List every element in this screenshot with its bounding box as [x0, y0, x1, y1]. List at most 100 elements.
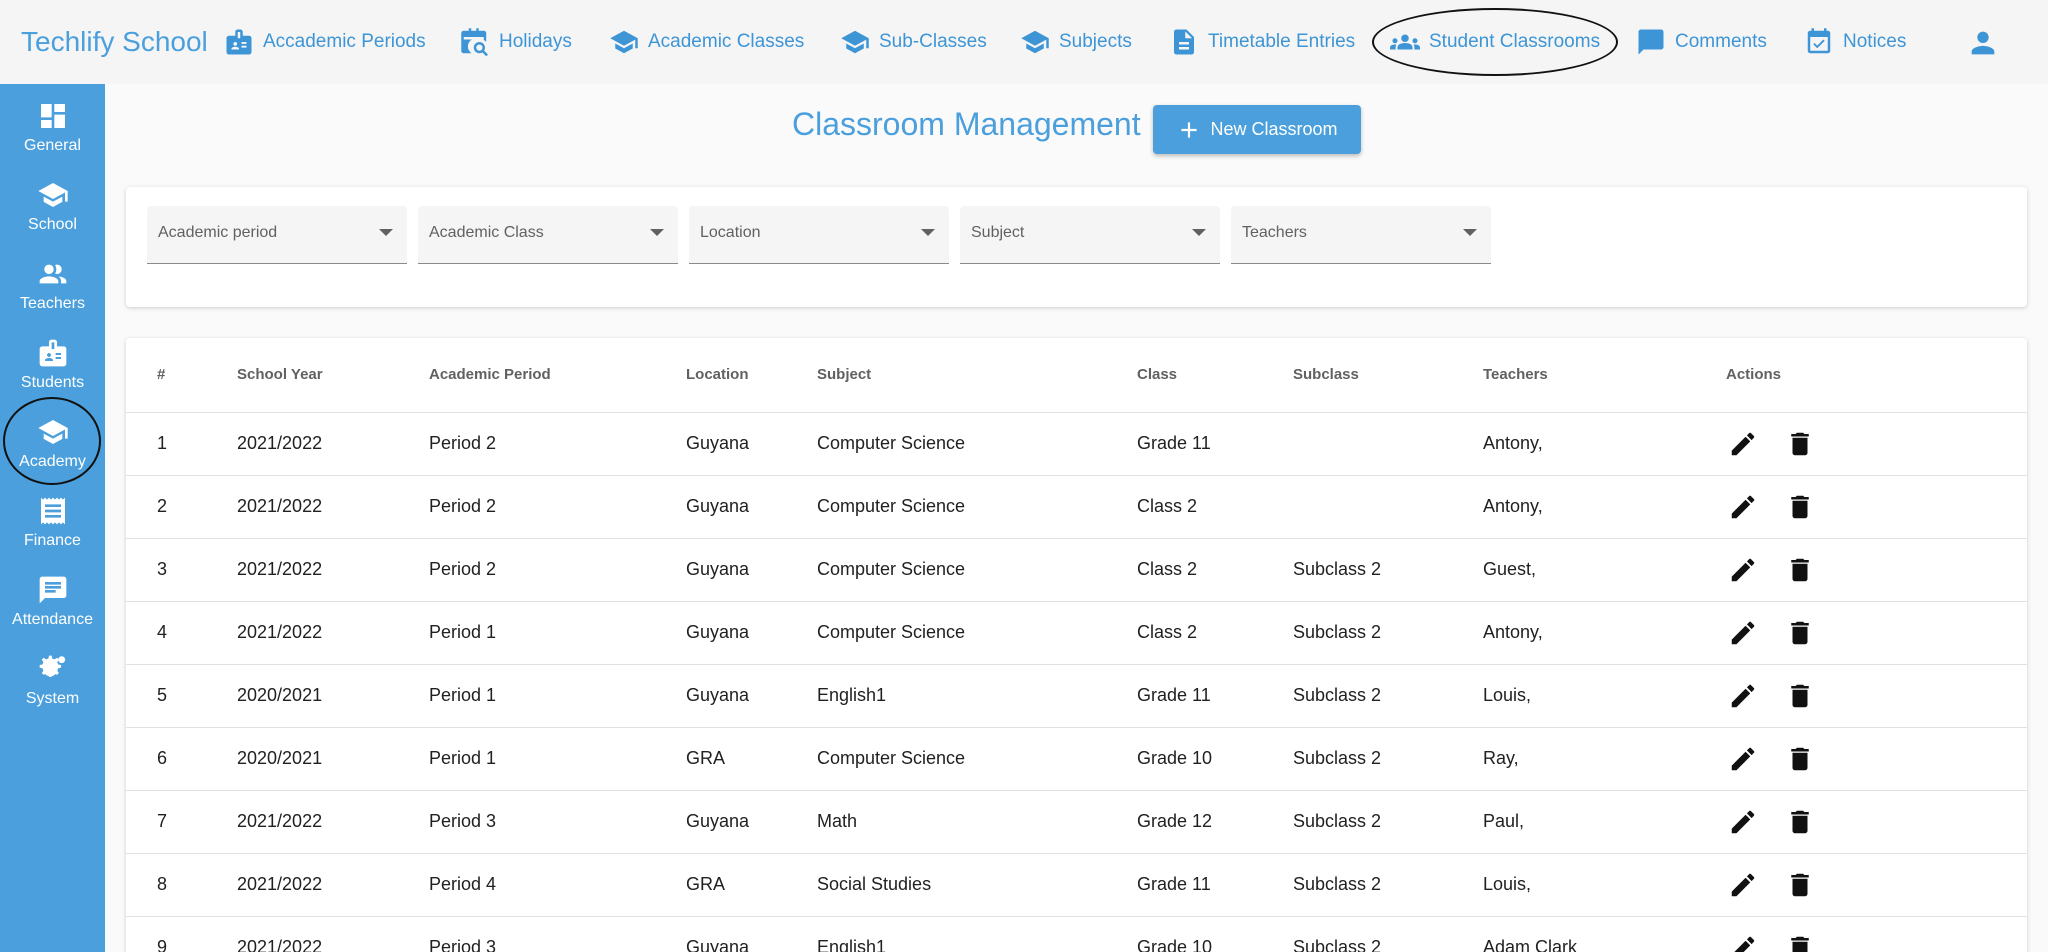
subclass-cell: Subclass 2: [1293, 874, 1382, 894]
subclass-cell: Subclass 2: [1293, 559, 1382, 579]
classroom-table: # School Year Academic Period Location S…: [126, 338, 2027, 952]
filter-label: Subject: [971, 224, 1025, 241]
subclass-cell: Subclass 2: [1293, 748, 1382, 768]
location-cell: Guyana: [686, 937, 750, 952]
event-note-icon: [1807, 28, 1831, 54]
table-row[interactable]: 4 2021/2022 Period 1 Guyana Computer Science…: [126, 602, 2027, 665]
sidebar-item-finance[interactable]: Finance: [0, 495, 105, 550]
filter-academic-period[interactable]: Academic period: [147, 206, 407, 264]
delete-icon[interactable]: [1785, 807, 1815, 837]
table-row[interactable]: 2 2021/2022 Period 2 Guyana Computer Science…: [126, 476, 2027, 539]
edit-icon[interactable]: [1728, 429, 1758, 459]
table-row[interactable]: 5 2020/2021 Period 1 Guyana English1 Grade 11…: [126, 665, 2027, 728]
nav-sub-classes[interactable]: Sub-Classes: [840, 25, 987, 59]
edit-icon[interactable]: [1728, 555, 1758, 585]
academic-period-cell: Period 2: [429, 559, 497, 579]
class-cell: Grade 12: [1137, 811, 1213, 831]
edit-icon[interactable]: [1728, 933, 1758, 952]
sidebar-item-label: Teachers: [20, 295, 85, 312]
nav-academic-periods[interactable]: Accademic Periods: [224, 25, 426, 59]
chat-icon: [1638, 29, 1664, 55]
nav-timetable-entries[interactable]: Timetable Entries: [1169, 25, 1355, 59]
teachers-cell: Antony,: [1483, 496, 1543, 516]
school-icon: [1021, 30, 1049, 54]
delete-icon[interactable]: [1785, 681, 1815, 711]
plus-icon: [1181, 121, 1198, 138]
sidebar-item-attendance[interactable]: Attendance: [0, 574, 105, 629]
brand-title[interactable]: Techlify School: [21, 26, 208, 58]
sidebar-item-teachers[interactable]: Teachers: [0, 258, 105, 313]
table-row[interactable]: 6 2020/2021 Period 1 GRA Computer Science Gra…: [126, 728, 2027, 791]
table-row[interactable]: 8 2021/2022 Period 4 GRA Social Studies Grade…: [126, 854, 2027, 917]
nav-label: Subjects: [1059, 31, 1132, 52]
nav-comments[interactable]: Comments: [1636, 25, 1767, 59]
edit-icon[interactable]: [1728, 807, 1758, 837]
academic-period-cell: Period 2: [429, 496, 497, 516]
sidebar-item-label: Finance: [24, 532, 81, 549]
filter-label: Location: [700, 224, 761, 241]
subject-cell: Computer Science: [817, 748, 966, 768]
teachers-cell: Guest,: [1483, 559, 1537, 579]
delete-icon[interactable]: [1785, 933, 1815, 952]
row-number: 5: [157, 685, 168, 705]
sidebar-item-academy[interactable]: Academy: [0, 416, 105, 471]
location-cell: Guyana: [686, 559, 750, 579]
table-row[interactable]: 7 2021/2022 Period 3 Guyana Math Grade 12 Subc…: [126, 791, 2027, 854]
sidebar-item-system[interactable]: System: [0, 653, 105, 708]
nav-student-classrooms[interactable]: Student Classrooms: [1390, 25, 1600, 59]
sidebar-item-label: Students: [20, 374, 85, 391]
sidebar-item-label: Attendance: [12, 611, 93, 628]
school-year-cell: 2020/2021: [237, 748, 323, 768]
class-cell: Class 2: [1137, 622, 1198, 642]
row-number: 3: [157, 559, 168, 579]
table-row[interactable]: 3 2021/2022 Period 2 Guyana Computer Science…: [126, 539, 2027, 602]
subject-cell: Social Studies: [817, 874, 932, 894]
table-row[interactable]: 1 2021/2022 Period 2 Guyana Computer Science…: [126, 413, 2027, 476]
delete-icon[interactable]: [1785, 555, 1815, 585]
filter-subject[interactable]: Subject: [960, 206, 1220, 264]
location-cell: GRA: [686, 748, 726, 768]
filter-academic-class[interactable]: Academic Class: [418, 206, 678, 264]
edit-icon[interactable]: [1728, 870, 1758, 900]
sidebar-item-school[interactable]: School: [0, 179, 105, 234]
nav-academic-classes[interactable]: Academic Classes: [609, 25, 804, 59]
new-classroom-button[interactable]: New Classroom: [1153, 105, 1361, 154]
teachers-cell: Ray,: [1483, 748, 1519, 768]
subject-cell: English1: [817, 685, 887, 705]
filter-teachers[interactable]: Teachers: [1231, 206, 1491, 264]
table-header: # School Year Academic Period Location S…: [126, 338, 2027, 413]
sidebar-item-label: General: [24, 137, 81, 154]
edit-icon[interactable]: [1728, 744, 1758, 774]
subject-cell: Computer Science: [817, 496, 966, 516]
nav-holidays[interactable]: Holidays: [460, 25, 572, 59]
delete-icon[interactable]: [1785, 492, 1815, 522]
sidebar-item-general[interactable]: General: [0, 100, 105, 155]
teachers-cell: Adam Clark: [1483, 937, 1578, 952]
badge-icon: [226, 29, 252, 55]
edit-icon[interactable]: [1728, 681, 1758, 711]
filter-location[interactable]: Location: [689, 206, 949, 264]
account-button[interactable]: [1966, 26, 2000, 60]
column-header-school-year: School Year: [237, 366, 323, 383]
location-cell: Guyana: [686, 811, 750, 831]
edit-icon[interactable]: [1728, 618, 1758, 648]
row-number: 4: [157, 622, 168, 642]
academic-period-cell: Period 2: [429, 433, 497, 453]
subject-cell: Math: [817, 811, 858, 831]
delete-icon[interactable]: [1785, 870, 1815, 900]
delete-icon[interactable]: [1785, 429, 1815, 459]
academic-period-cell: Period 1: [429, 748, 497, 768]
column-header-teachers: Teachers: [1483, 366, 1548, 383]
delete-icon[interactable]: [1785, 618, 1815, 648]
table-row[interactable]: 9 2021/2022 Period 3 Guyana English1 Grade 10…: [126, 917, 2027, 952]
teachers-cell: Paul,: [1483, 811, 1525, 831]
nav-notices[interactable]: Notices: [1804, 25, 1906, 59]
nav-subjects[interactable]: Subjects: [1020, 25, 1132, 59]
edit-icon[interactable]: [1728, 492, 1758, 522]
delete-icon[interactable]: [1785, 744, 1815, 774]
chat-icon: [39, 576, 66, 604]
teachers-cell: Antony,: [1483, 433, 1543, 453]
sidebar-item-students[interactable]: Students: [0, 337, 105, 392]
school-icon: [841, 30, 869, 54]
teachers-icon: [39, 264, 66, 284]
